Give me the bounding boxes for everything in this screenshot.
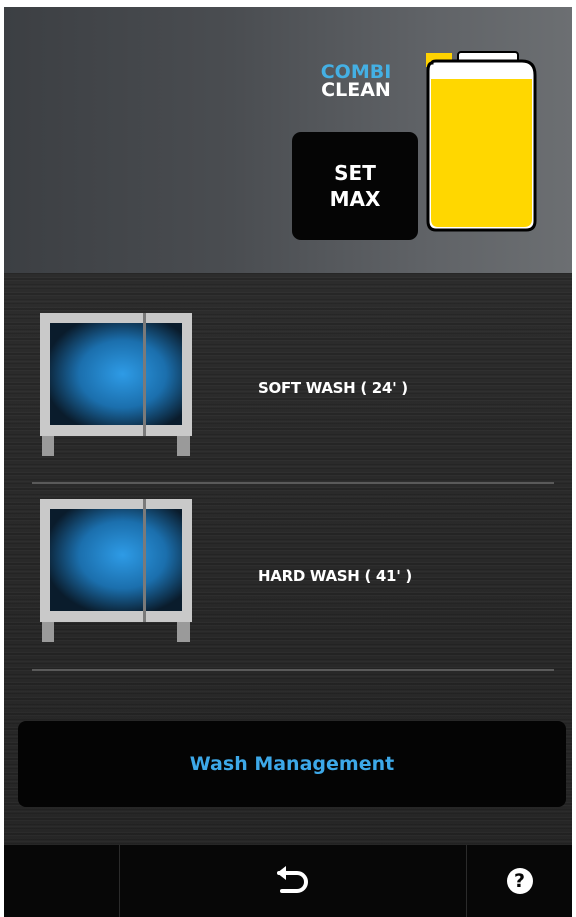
navigation-bar: ? (4, 845, 572, 917)
set-max-label-line1: SET (334, 161, 376, 185)
detergent-tank-icon (426, 51, 537, 232)
brand-logo: COMBI CLEAN (316, 63, 396, 101)
header: COMBI CLEAN SET MAX (4, 7, 572, 273)
brand-line-clean: CLEAN (321, 79, 391, 101)
oven-icon (40, 313, 192, 456)
list-divider (32, 669, 554, 671)
wash-program-list: SOFT WASH ( 24' ) HARD WASH ( 41' ) Wash… (4, 273, 572, 845)
soft-wash-option[interactable]: SOFT WASH ( 24' ) (32, 303, 554, 483)
set-max-button[interactable]: SET MAX (292, 132, 418, 240)
help-icon: ? (506, 868, 533, 894)
app-screen: COMBI CLEAN SET MAX SOFT WASH (24') HA… (4, 7, 572, 917)
oven-icon (40, 499, 192, 642)
help-button[interactable]: ? (467, 845, 572, 917)
list-divider (32, 482, 554, 484)
hard-wash-option[interactable]: HARD WASH ( 41' ) (32, 491, 554, 671)
back-arrow-icon (277, 866, 308, 893)
soft-wash-label: SOFT WASH ( 24' ) (258, 379, 408, 397)
tank-fill-icon (431, 79, 532, 227)
hard-wash-label: HARD WASH ( 41' ) (258, 567, 412, 585)
set-max-label-line2: MAX (329, 187, 381, 211)
back-button[interactable] (120, 845, 466, 917)
wash-management-button[interactable]: Wash Management (18, 721, 566, 807)
